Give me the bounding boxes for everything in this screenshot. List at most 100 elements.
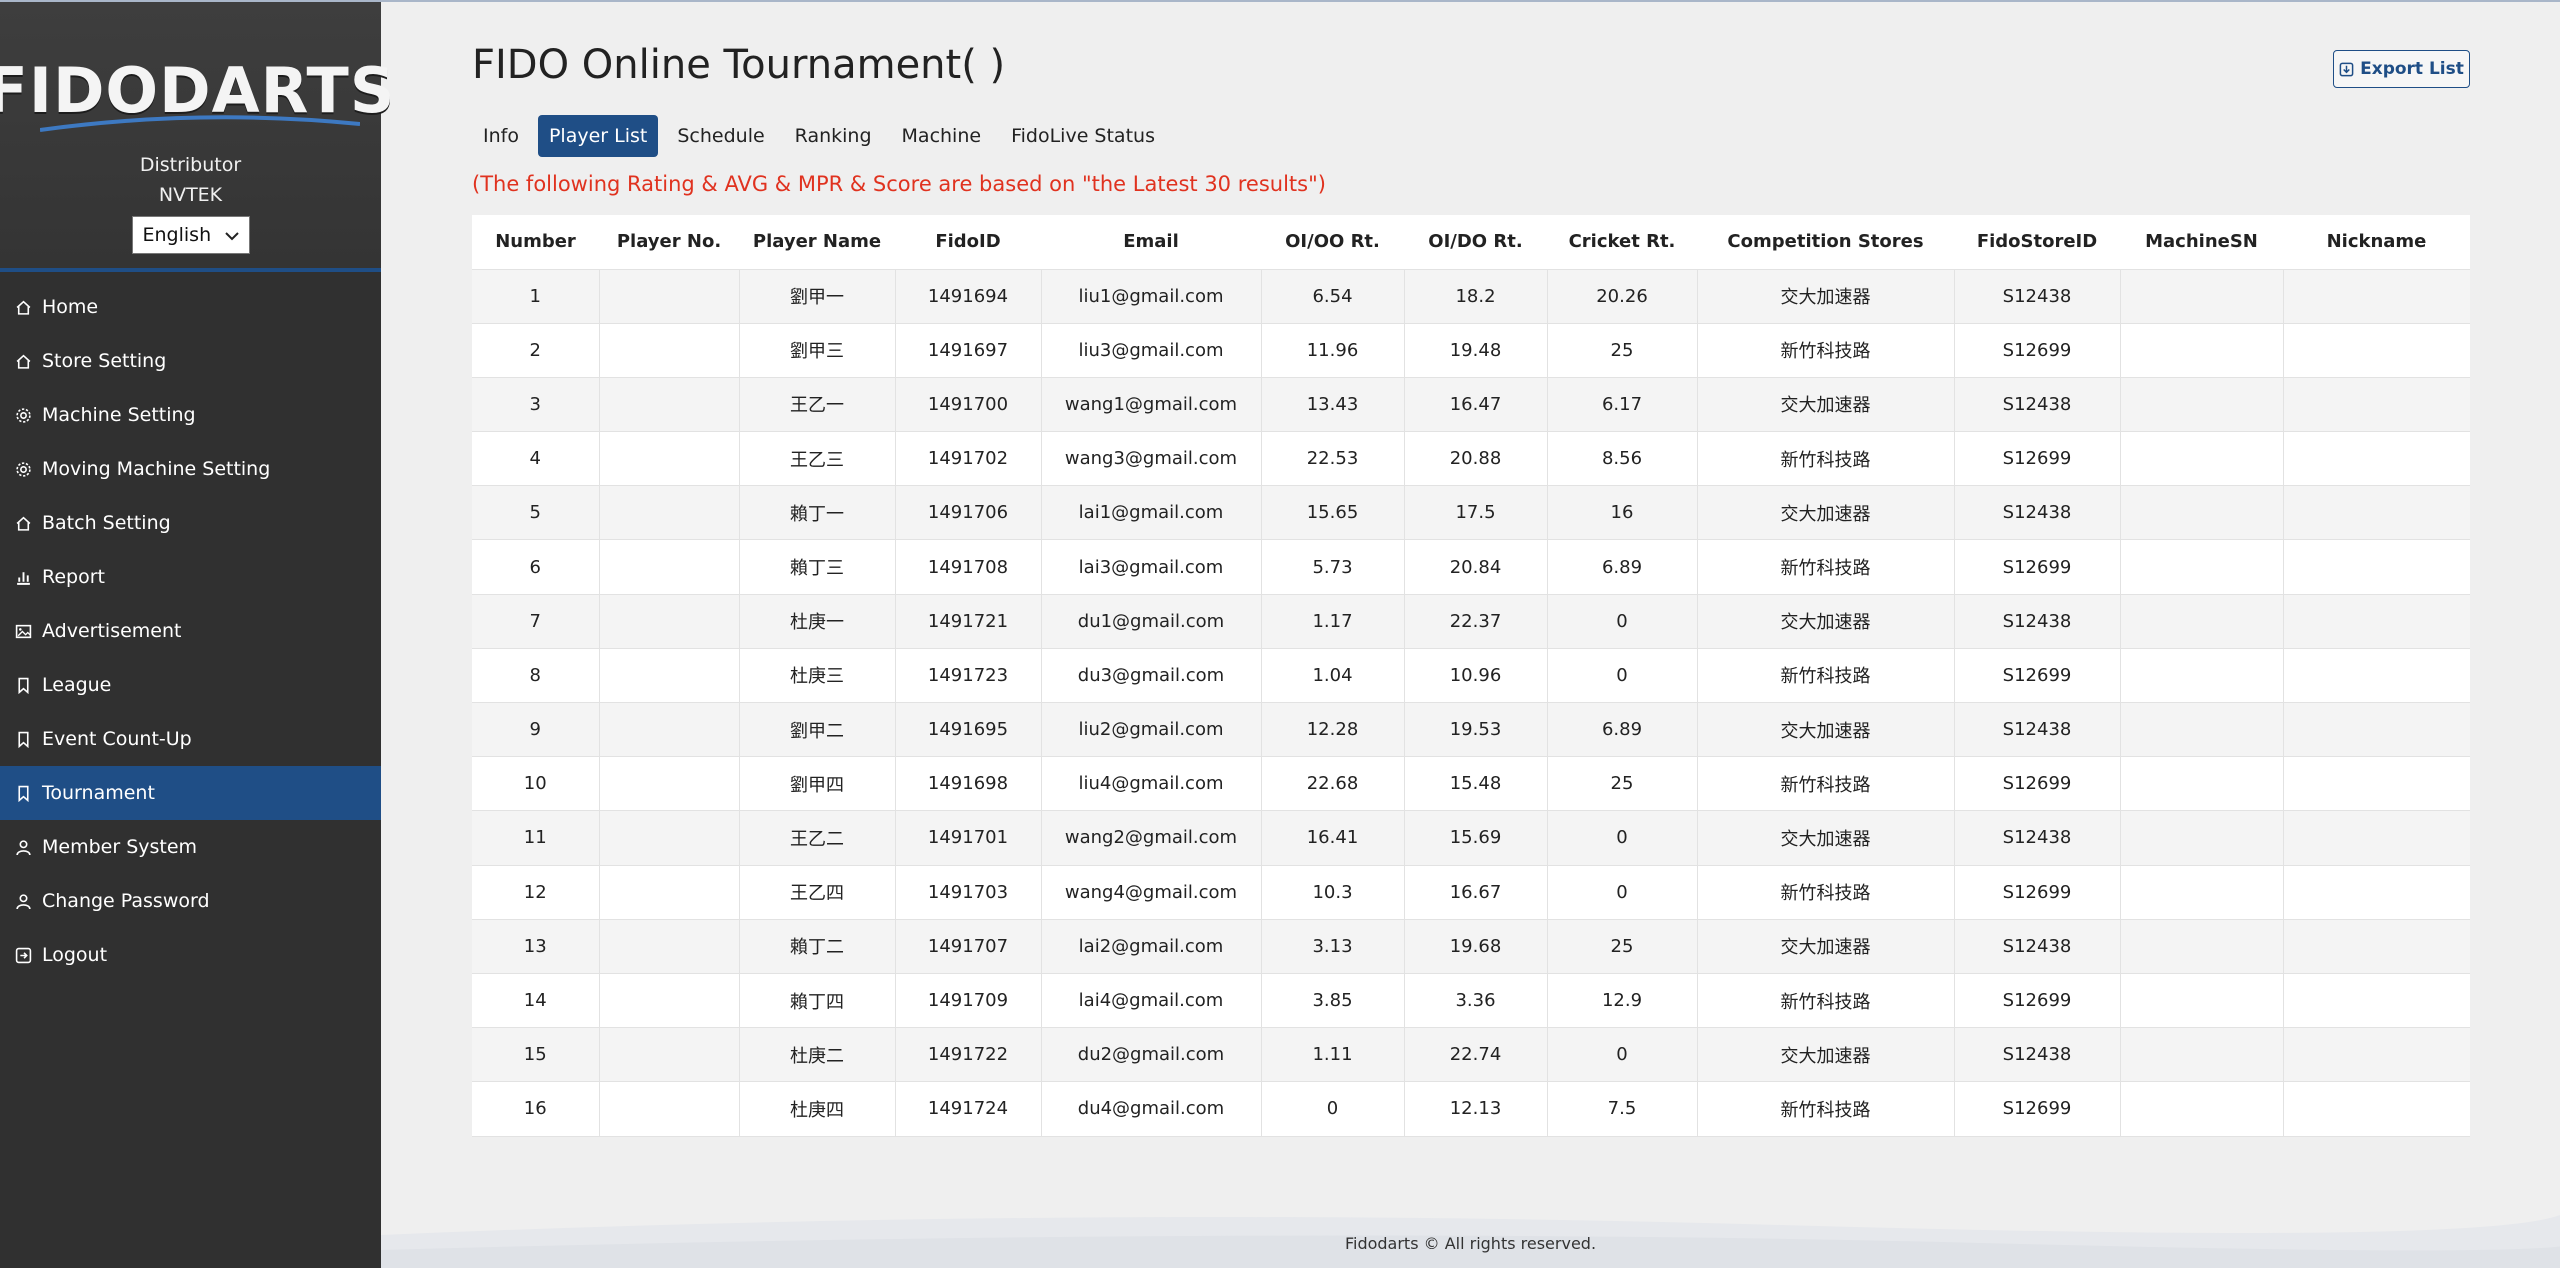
table-cell: 1491695: [894, 702, 1041, 758]
table-cell: [2119, 377, 2283, 433]
table-cell: 16: [472, 1081, 599, 1137]
table-cell: 9: [472, 702, 599, 758]
table-cell: 16: [1546, 485, 1697, 541]
table-cell: [2282, 431, 2470, 487]
user-icon: [12, 839, 34, 856]
table-cell: 13.43: [1260, 377, 1404, 433]
table-row: 6 賴丁三 1491708 lai3@gmail.com 5.73 20.84 6.89 新竹…: [472, 539, 2470, 595]
table-cell: 12: [472, 865, 599, 920]
sidebar-item-tournament[interactable]: Tournament: [0, 766, 381, 820]
table-cell: 1491722: [894, 1027, 1041, 1083]
table-cell: S12699: [1953, 431, 2120, 487]
export-list-button[interactable]: Export List: [2333, 50, 2470, 88]
gear-icon: [12, 407, 34, 424]
table-cell: [2282, 1027, 2470, 1083]
table-cell: [598, 865, 739, 920]
table-cell: 交大加速器: [1696, 377, 1954, 433]
sidebar-item-league[interactable]: League: [0, 658, 381, 712]
table-cell: 1491700: [894, 377, 1041, 433]
table-cell: 新竹科技路: [1696, 756, 1954, 812]
table-cell: [2282, 539, 2470, 595]
table-cell: 劉甲二: [738, 702, 895, 758]
table-cell: 6.89: [1546, 539, 1697, 595]
fidodarts-logo[interactable]: FIDODARTS: [0, 50, 394, 132]
sidebar-item-change-password[interactable]: Change Password: [0, 874, 381, 928]
table-cell: wang2@gmail.com: [1040, 810, 1261, 866]
table-cell: S12438: [1953, 919, 2120, 974]
sidebar-item-member-system[interactable]: Member System: [0, 820, 381, 874]
column-header[interactable]: OI/OO Rt.: [1261, 215, 1404, 270]
table-cell: 6.89: [1546, 702, 1697, 758]
table-cell: 0: [1546, 865, 1697, 920]
table-cell: lai1@gmail.com: [1040, 485, 1261, 541]
main-content: FIDO Online Tournament( ) Export List In…: [381, 0, 2560, 1268]
table-cell: 17.5: [1403, 485, 1547, 541]
player-list-table: Number Player No. Player Name FidoID Email OI…: [472, 215, 2470, 1137]
column-header[interactable]: Nickname: [2283, 215, 2470, 270]
table-cell: 1491707: [894, 919, 1041, 974]
sidebar-item-machine-setting[interactable]: Machine Setting: [0, 388, 381, 442]
column-header[interactable]: FidoStoreID: [1954, 215, 2120, 270]
table-cell: 15.48: [1403, 756, 1547, 812]
image-icon: [12, 623, 34, 640]
sidebar-item-moving-machine-setting[interactable]: Moving Machine Setting: [0, 442, 381, 496]
table-cell: 3.13: [1260, 919, 1404, 974]
table-cell: 3.85: [1260, 973, 1404, 1029]
chevron-down-icon: [224, 226, 239, 245]
tab-ranking[interactable]: Ranking: [784, 115, 883, 157]
table-cell: S12699: [1953, 756, 2120, 812]
sidebar-item-report[interactable]: Report: [0, 550, 381, 604]
tab-info[interactable]: Info: [472, 115, 530, 157]
column-header[interactable]: FidoID: [895, 215, 1041, 270]
table-cell: 15.69: [1403, 810, 1547, 866]
table-cell: 新竹科技路: [1696, 323, 1954, 378]
table-cell: liu3@gmail.com: [1040, 323, 1261, 378]
table-cell: 3.36: [1403, 973, 1547, 1029]
column-header[interactable]: Player Name: [739, 215, 895, 270]
table-row: 12 王乙四 1491703 wang4@gmail.com 10.3 16.67 0 新竹科…: [472, 865, 2470, 920]
table-cell: [2282, 1081, 2470, 1137]
table-row: 13 賴丁二 1491707 lai2@gmail.com 3.13 19.68 25 交大加…: [472, 919, 2470, 974]
column-header[interactable]: Email: [1041, 215, 1261, 270]
table-cell: 1.17: [1260, 594, 1404, 649]
column-header[interactable]: Player No.: [599, 215, 739, 270]
column-header[interactable]: Number: [472, 215, 599, 270]
sidebar-item-advertisement[interactable]: Advertisement: [0, 604, 381, 658]
footer-wave-decoration: [381, 1215, 2560, 1268]
tab-fidolive-status[interactable]: FidoLive Status: [1000, 115, 1166, 157]
table-cell: 12.28: [1260, 702, 1404, 758]
table-cell: 1491698: [894, 756, 1041, 812]
table-cell: lai2@gmail.com: [1040, 919, 1261, 974]
column-header[interactable]: Competition Stores: [1697, 215, 1954, 270]
tab-schedule[interactable]: Schedule: [666, 115, 775, 157]
top-border: [0, 0, 2560, 2]
table-cell: 5.73: [1260, 539, 1404, 595]
sidebar-item-label: Batch Setting: [42, 512, 171, 534]
table-cell: 劉甲三: [738, 323, 895, 378]
tab-player-list[interactable]: Player List: [537, 115, 659, 157]
table-cell: 4: [472, 431, 599, 487]
sidebar-item-store-setting[interactable]: Store Setting: [0, 334, 381, 388]
table-cell: [2119, 702, 2283, 758]
bookmark-icon: [12, 785, 34, 802]
table-cell: 1491703: [894, 865, 1041, 920]
table-header-row: Number Player No. Player Name FidoID Email OI…: [472, 215, 2470, 270]
sidebar-item-label: Machine Setting: [42, 404, 196, 426]
table-cell: 杜庚一: [738, 594, 895, 649]
sidebar-item-batch-setting[interactable]: Batch Setting: [0, 496, 381, 550]
sidebar-item-logout[interactable]: Logout: [0, 928, 381, 982]
home-icon: [12, 515, 34, 532]
column-header[interactable]: Cricket Rt.: [1547, 215, 1697, 270]
column-header[interactable]: MachineSN: [2120, 215, 2283, 270]
sidebar-item-home[interactable]: Home: [0, 280, 381, 334]
table-cell: 杜庚二: [738, 1027, 895, 1083]
language-select[interactable]: English: [131, 216, 250, 254]
sidebar-item-event-count-up[interactable]: Event Count-Up: [0, 712, 381, 766]
table-cell: 賴丁一: [738, 485, 895, 541]
table-cell: [598, 431, 739, 487]
tab-machine[interactable]: Machine: [891, 115, 993, 157]
column-header[interactable]: OI/DO Rt.: [1404, 215, 1547, 270]
table-row: 7 杜庚一 1491721 du1@gmail.com 1.17 22.37 0 交大加速器 S…: [472, 594, 2470, 649]
table-cell: 交大加速器: [1696, 485, 1954, 541]
table-cell: 1491723: [894, 648, 1041, 704]
